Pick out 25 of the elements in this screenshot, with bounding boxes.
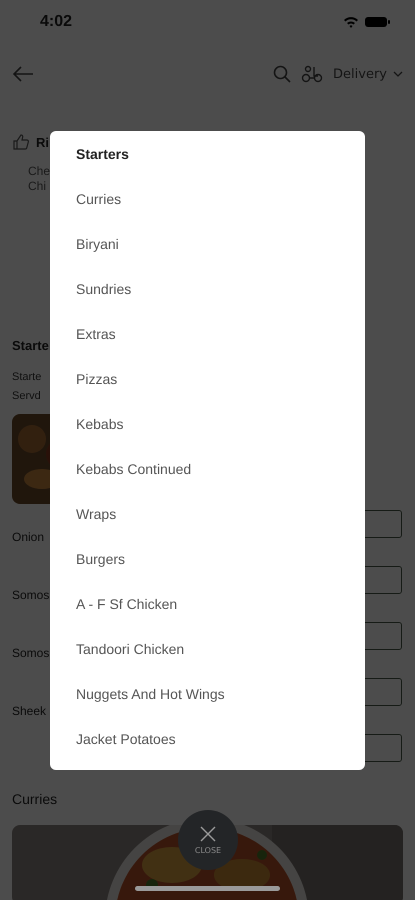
category-item[interactable]: Kebabs [50,401,365,446]
section-description: Servd [12,389,41,404]
dish-name: Somos [12,588,50,602]
category-item[interactable]: Starters [50,131,365,176]
section-heading: Curries [12,791,58,807]
category-item[interactable]: Biryani [50,221,365,266]
category-item[interactable]: Nuggets And Hot Wings [50,671,365,716]
category-item[interactable]: Jacket Potatoes [50,716,365,761]
category-item[interactable]: Sundries [50,266,365,311]
status-time: 4:02 [40,13,72,31]
dish-name: Onion [12,530,44,544]
section-description: Starte [12,370,42,385]
category-item[interactable]: Curries [50,176,365,221]
category-item[interactable]: Pizzas [50,356,365,401]
category-item[interactable]: Extras [50,311,365,356]
section-heading: Starte [11,338,50,355]
category-item[interactable]: Tandoori Chicken [50,626,365,671]
category-item[interactable]: Burgers [50,536,365,581]
close-icon [200,826,216,842]
category-item[interactable]: Kebabs Continued [50,446,365,491]
dish-name: Sheek [12,704,46,718]
dish-name: Somos [12,646,50,660]
category-item[interactable]: A - F Sf Chicken [50,581,365,626]
category-item[interactable]: Wraps [50,491,365,536]
rating-label: Ri [36,134,49,150]
